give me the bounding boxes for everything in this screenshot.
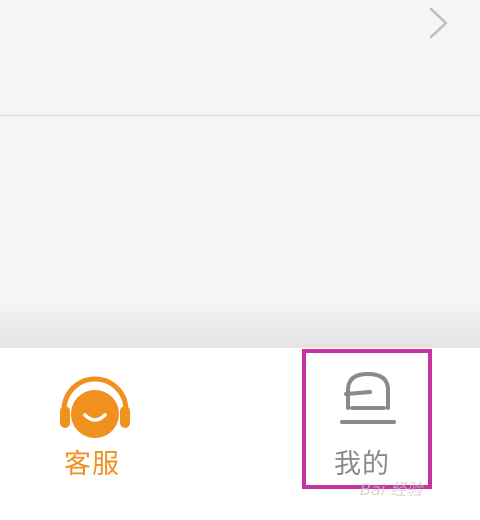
chevron-right-icon [429, 7, 448, 39]
tab-customer-service[interactable]: 客服 [0, 348, 200, 520]
shadow-gradient [0, 300, 480, 350]
highlight-annotation-box [302, 349, 432, 489]
headset-smile-icon [60, 376, 130, 438]
content-area [0, 0, 480, 350]
list-row[interactable] [0, 0, 480, 115]
tab-customer-service-label: 客服 [64, 449, 120, 480]
row-divider [0, 115, 480, 116]
watermark: Bai 经验 [360, 480, 423, 499]
